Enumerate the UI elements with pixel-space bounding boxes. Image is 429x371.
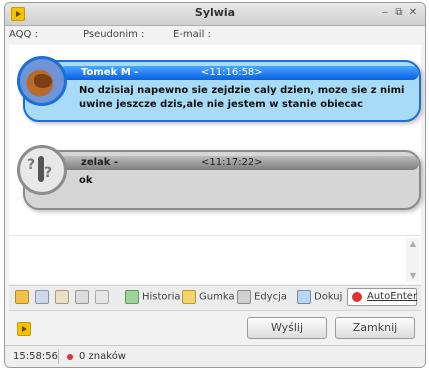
- maximize-icon[interactable]: ⧉: [393, 7, 405, 19]
- message-header: Tomek M - <11:16:58>: [59, 66, 419, 80]
- nick-label: Pseudonim :: [83, 29, 145, 40]
- status-dot-icon: [67, 354, 73, 360]
- emoticon-icon[interactable]: [15, 290, 29, 304]
- message-bubble: Tomek M - <11:16:58> No dzisiaj napewno …: [23, 60, 421, 122]
- chat-history: Tomek M - <11:16:58> No dzisiaj napewno …: [9, 45, 421, 235]
- aqq-label: AQQ :: [9, 29, 38, 40]
- file-icon[interactable]: [55, 290, 69, 304]
- avatar-icon[interactable]: ? ?: [17, 145, 67, 195]
- eraser-button[interactable]: Gumka: [182, 290, 235, 306]
- email-label: E-mail :: [173, 29, 211, 40]
- dock-button[interactable]: Dokuj: [297, 290, 342, 306]
- contact-info-bar: AQQ : Pseudonim : E-mail :: [5, 26, 425, 44]
- document-icon[interactable]: [95, 290, 109, 304]
- message-text: ok: [79, 175, 93, 186]
- question-mark-icon: ?: [44, 165, 53, 181]
- formatting-toolbar: Historia Gumka Edycja Dokuj AutoEnter: [9, 285, 421, 311]
- minimize-icon[interactable]: ‒: [379, 7, 391, 19]
- input-scrollbar[interactable]: ▲ ▼: [406, 238, 420, 282]
- eraser-icon: [182, 290, 196, 304]
- dock-icon: [297, 290, 311, 304]
- avatar-icon[interactable]: [17, 56, 67, 106]
- close-icon[interactable]: ✕: [407, 7, 419, 19]
- scroll-down-icon[interactable]: ▼: [406, 270, 420, 282]
- status-divider: [58, 349, 59, 364]
- app-menu-icon[interactable]: [17, 322, 31, 336]
- history-icon: [125, 290, 139, 304]
- message-time: <11:16:58>: [201, 67, 263, 78]
- message-text: No dzisiaj napewno sie zejdzie caly dzie…: [79, 85, 405, 110]
- scroll-up-icon[interactable]: ▲: [406, 238, 420, 250]
- question-mark-icon: ?: [27, 157, 36, 173]
- sender-name: Tomek M -: [81, 67, 139, 78]
- auto-enter-icon: [352, 292, 362, 302]
- play-icon[interactable]: [75, 290, 89, 304]
- message-bubble: zelak - <11:17:22> ok: [23, 150, 421, 210]
- send-button[interactable]: Wyślij: [247, 317, 327, 339]
- image-icon[interactable]: [35, 290, 49, 304]
- char-count: 0 znaków: [79, 351, 126, 362]
- status-bar: 15:58:56 0 znaków: [5, 345, 425, 367]
- sender-name: zelak -: [81, 157, 119, 168]
- message-input[interactable]: ▲ ▼: [9, 235, 421, 284]
- title-bar: Sylwia ‒ ⧉ ✕: [5, 3, 425, 26]
- window-title: Sylwia: [194, 6, 236, 19]
- history-button[interactable]: Historia: [125, 290, 181, 306]
- edit-button[interactable]: Edycja: [237, 290, 287, 306]
- edit-icon: [237, 290, 251, 304]
- auto-enter-toggle[interactable]: AutoEnter: [347, 288, 417, 306]
- close-button[interactable]: Zamknij: [335, 317, 415, 339]
- action-bar: Wyślij Zamknij: [5, 312, 425, 342]
- status-time: 15:58:56: [13, 351, 58, 362]
- chat-window: Sylwia ‒ ⧉ ✕ AQQ : Pseudonim : E-mail : …: [4, 2, 426, 368]
- message-time: <11:17:22>: [201, 157, 263, 168]
- message-header: zelak - <11:17:22>: [59, 156, 419, 170]
